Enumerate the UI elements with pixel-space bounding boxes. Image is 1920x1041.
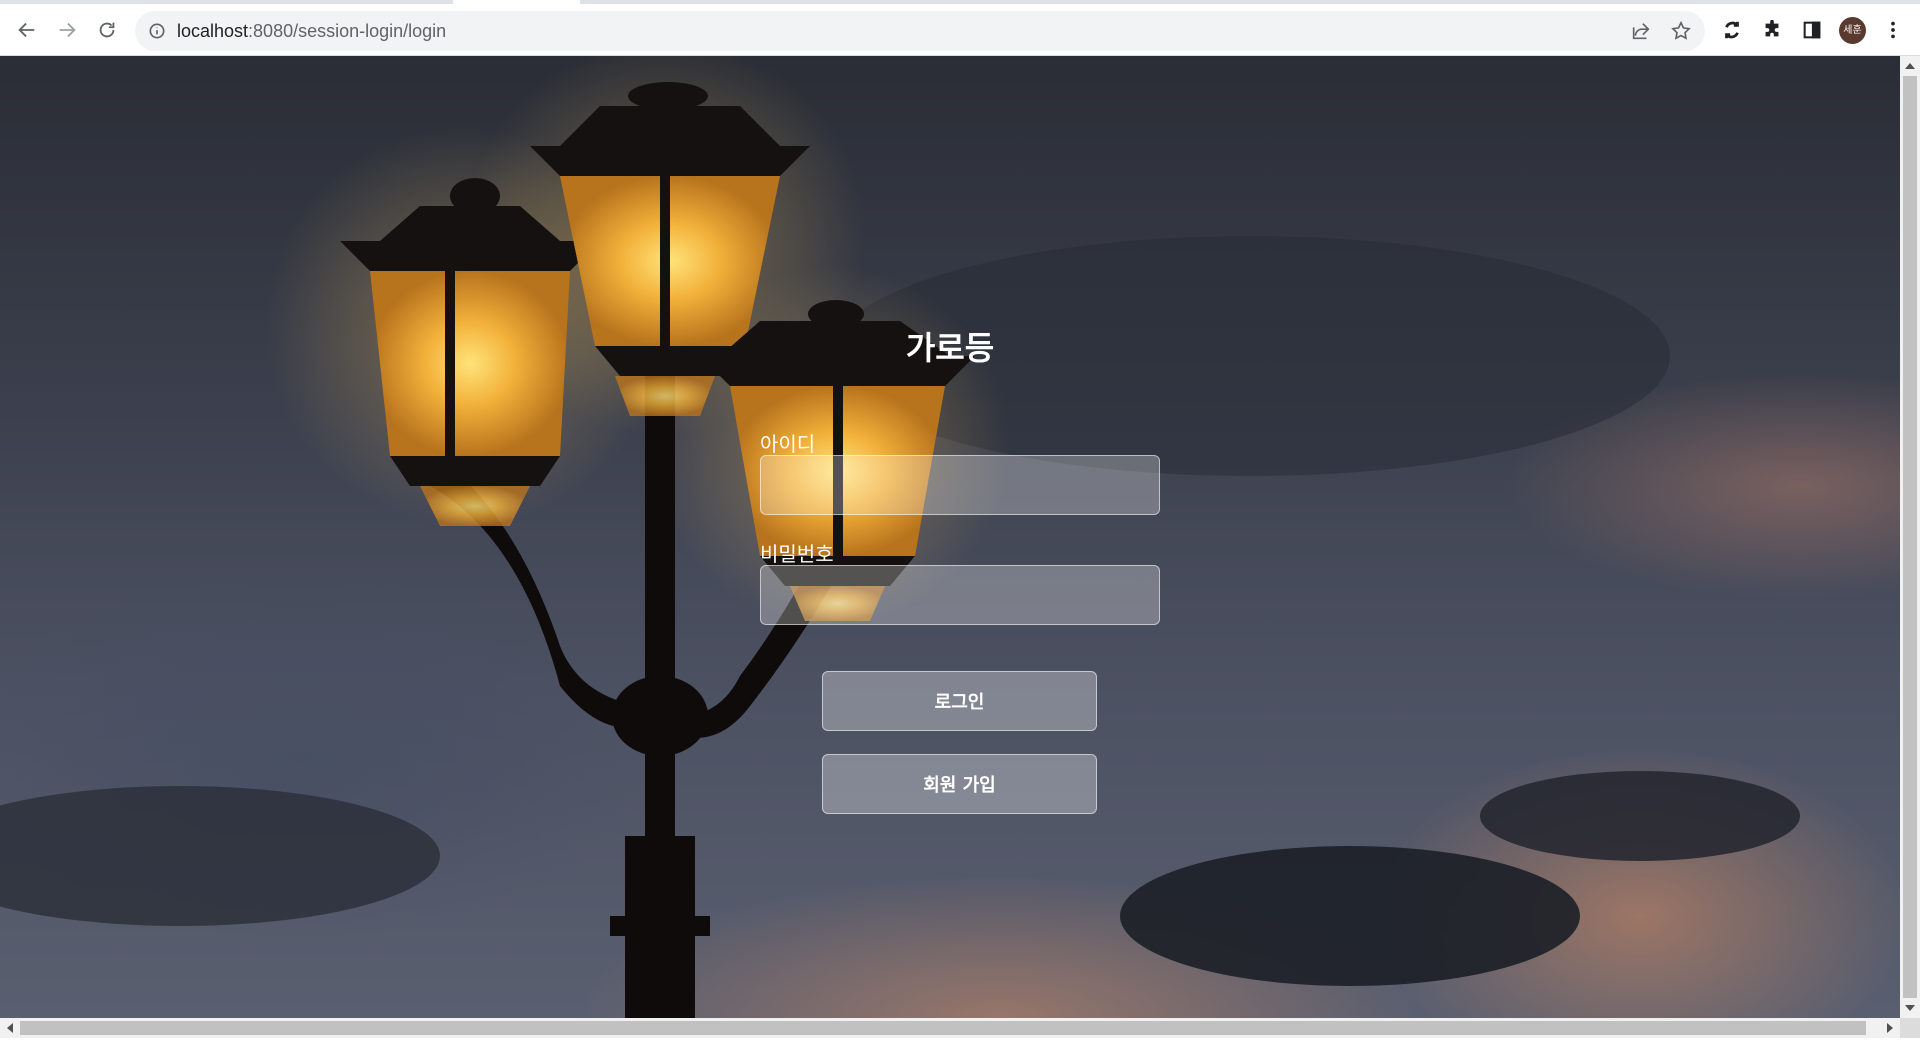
signup-button[interactable]: 회원 가입: [822, 754, 1097, 814]
sync-icon: [1725, 21, 1739, 39]
sync-extension-button[interactable]: [1718, 16, 1746, 44]
scroll-up-arrow-icon[interactable]: [1905, 63, 1915, 69]
scroll-left-arrow-icon[interactable]: [7, 1023, 13, 1033]
password-input[interactable]: [760, 565, 1160, 625]
url-host: localhost: [177, 21, 249, 41]
share-icon[interactable]: [1630, 20, 1652, 42]
id-label: 아이디: [760, 432, 816, 456]
extensions-button[interactable]: [1758, 16, 1786, 44]
page-viewport: 가로등 아이디 비밀번호 로그인 회원 가입: [0, 56, 1900, 1018]
password-label: 비밀번호: [760, 542, 834, 566]
side-panel-button[interactable]: [1798, 16, 1826, 44]
puzzle-icon: [1765, 19, 1779, 37]
scroll-right-arrow-icon[interactable]: [1887, 1023, 1893, 1033]
id-input[interactable]: [760, 455, 1160, 515]
browser-toolbar: localhost:8080/session-login/login 세훈: [0, 4, 1920, 56]
street-lamp-image: [0, 56, 1800, 1018]
address-bar[interactable]: localhost:8080/session-login/login: [135, 11, 1705, 51]
scrollbar-corner: [1900, 1018, 1920, 1038]
back-button[interactable]: [10, 13, 44, 47]
horizontal-scrollbar[interactable]: [0, 1018, 1900, 1038]
browser-menu-button[interactable]: [1879, 16, 1907, 44]
arrow-right-icon: [59, 22, 76, 38]
forward-button[interactable]: [50, 13, 84, 47]
profile-avatar[interactable]: 세훈: [1839, 17, 1866, 44]
info-icon[interactable]: [147, 21, 167, 41]
star-icon[interactable]: [1670, 20, 1692, 42]
horizontal-scroll-thumb[interactable]: [20, 1021, 1866, 1035]
url-text[interactable]: localhost:8080/session-login/login: [177, 11, 446, 51]
url-path: :8080/session-login/login: [248, 21, 447, 41]
scroll-down-arrow-icon[interactable]: [1905, 1005, 1915, 1011]
login-button[interactable]: 로그인: [822, 671, 1097, 731]
kebab-menu-icon: [1891, 21, 1895, 39]
reload-button[interactable]: [90, 13, 124, 47]
side-panel-icon: [1803, 21, 1821, 39]
page-title: 가로등: [905, 329, 995, 367]
reload-icon: [99, 22, 115, 38]
arrow-left-icon: [18, 22, 35, 38]
vertical-scrollbar[interactable]: [1900, 56, 1920, 1018]
vertical-scroll-thumb[interactable]: [1903, 76, 1917, 998]
